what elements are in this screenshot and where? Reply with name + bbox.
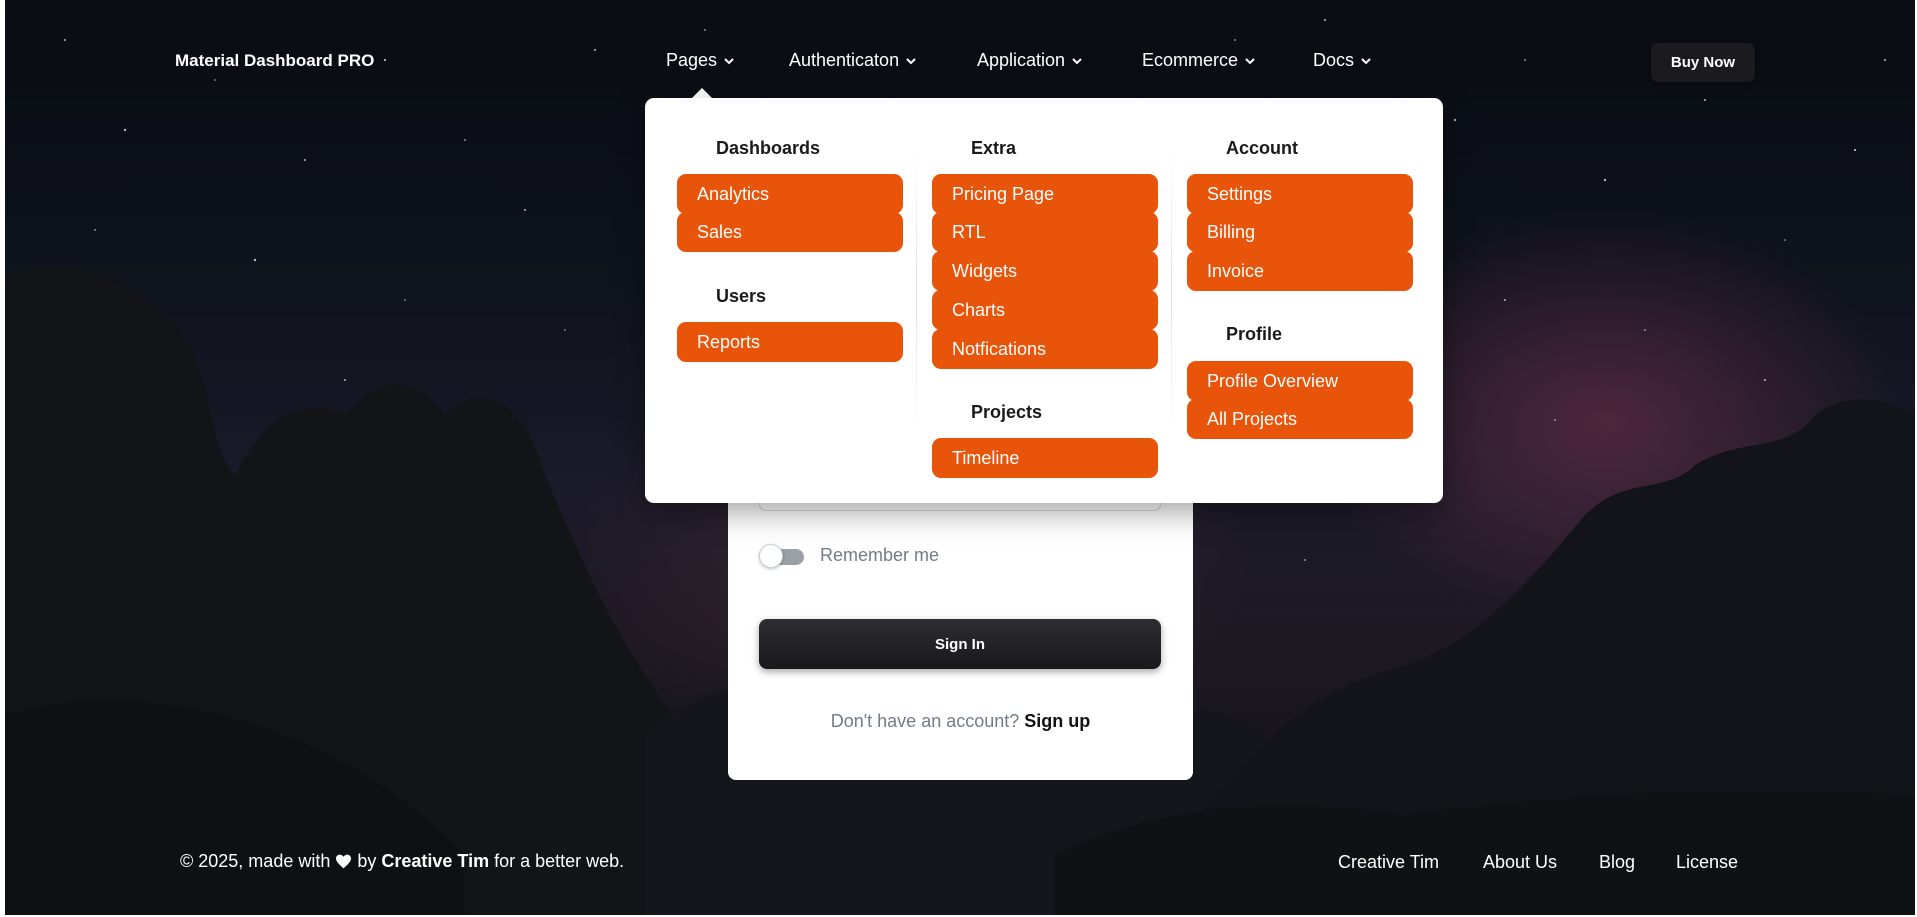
menu-item-widgets[interactable]: Widgets: [932, 251, 1158, 291]
nav-ecommerce[interactable]: Ecommerce: [1142, 50, 1256, 71]
menu-item-rtl[interactable]: RTL: [932, 212, 1158, 252]
chevron-down-icon: [1072, 57, 1082, 64]
menu-item-profile-overview[interactable]: Profile Overview: [1187, 361, 1413, 401]
nav-authentication[interactable]: Authenticaton: [789, 50, 917, 71]
nav-ecommerce-label: Ecommerce: [1142, 50, 1239, 70]
sign-in-card: Remember me Sign In Don't have an accoun…: [728, 470, 1193, 780]
copyright-suffix: for a better web.: [494, 851, 625, 871]
nav-application[interactable]: Application: [977, 50, 1083, 71]
footer-link-license[interactable]: License: [1676, 852, 1738, 873]
column-divider: [916, 146, 917, 436]
footer-copyright: © 2025, made with by Creative Tim for a …: [180, 851, 624, 872]
nav-application-label: Application: [977, 50, 1066, 70]
menu-item-analytics[interactable]: Analytics: [677, 174, 903, 214]
menu-item-settings[interactable]: Settings: [1187, 174, 1413, 214]
chevron-down-icon: [906, 57, 916, 64]
menu-item-pricing-page[interactable]: Pricing Page: [932, 174, 1158, 214]
column-divider: [1171, 146, 1172, 436]
section-title-users: Users: [716, 286, 767, 306]
nav-pages-label: Pages: [666, 50, 718, 70]
nav-docs[interactable]: Docs: [1313, 50, 1372, 71]
nav-docs-label: Docs: [1313, 50, 1355, 70]
chevron-down-icon: [1245, 57, 1255, 64]
nav-authentication-label: Authenticaton: [789, 50, 900, 70]
remember-me-toggle[interactable]: [759, 544, 804, 568]
signup-prompt: Don't have an account? Sign up: [728, 711, 1193, 732]
menu-item-reports[interactable]: Reports: [677, 322, 903, 362]
menu-item-invoice[interactable]: Invoice: [1187, 251, 1413, 291]
menu-item-all-projects[interactable]: All Projects: [1187, 399, 1413, 439]
copyright-by: by: [357, 851, 377, 871]
section-title-projects: Projects: [971, 402, 1043, 422]
brand-logo[interactable]: Material Dashboard PRO: [175, 51, 374, 71]
toggle-knob: [759, 544, 783, 568]
menu-item-billing[interactable]: Billing: [1187, 212, 1413, 252]
section-title-dashboards: Dashboards: [716, 138, 821, 158]
signup-prompt-text: Don't have an account?: [830, 711, 1020, 731]
footer-link-about-us[interactable]: About Us: [1483, 852, 1557, 873]
menu-item-charts[interactable]: Charts: [932, 290, 1158, 330]
sign-up-link[interactable]: Sign up: [1024, 711, 1090, 731]
nav-pages[interactable]: Pages: [666, 50, 735, 71]
footer-link-creative-tim[interactable]: Creative Tim: [1338, 852, 1439, 873]
footer-link-blog[interactable]: Blog: [1599, 852, 1635, 873]
menu-item-sales[interactable]: Sales: [677, 212, 903, 252]
sign-in-button[interactable]: Sign In: [759, 619, 1161, 669]
section-title-account: Account: [1226, 138, 1298, 158]
heart-icon: [336, 854, 352, 869]
section-title-extra: Extra: [971, 138, 1017, 158]
dropdown-arrow: [692, 88, 712, 98]
chevron-down-icon: [724, 57, 734, 64]
buy-now-button[interactable]: Buy Now: [1651, 43, 1755, 82]
remember-me-label[interactable]: Remember me: [820, 545, 939, 566]
copyright-text: © 2025, made with: [180, 851, 331, 871]
menu-item-notifications[interactable]: Notfications: [932, 329, 1158, 369]
chevron-down-icon: [1361, 57, 1371, 64]
section-title-profile: Profile: [1226, 324, 1283, 344]
author-link[interactable]: Creative Tim: [381, 851, 489, 872]
menu-item-timeline[interactable]: Timeline: [932, 438, 1158, 478]
pages-dropdown-menu: Dashboards Analytics Sales Users Reports…: [645, 98, 1443, 503]
